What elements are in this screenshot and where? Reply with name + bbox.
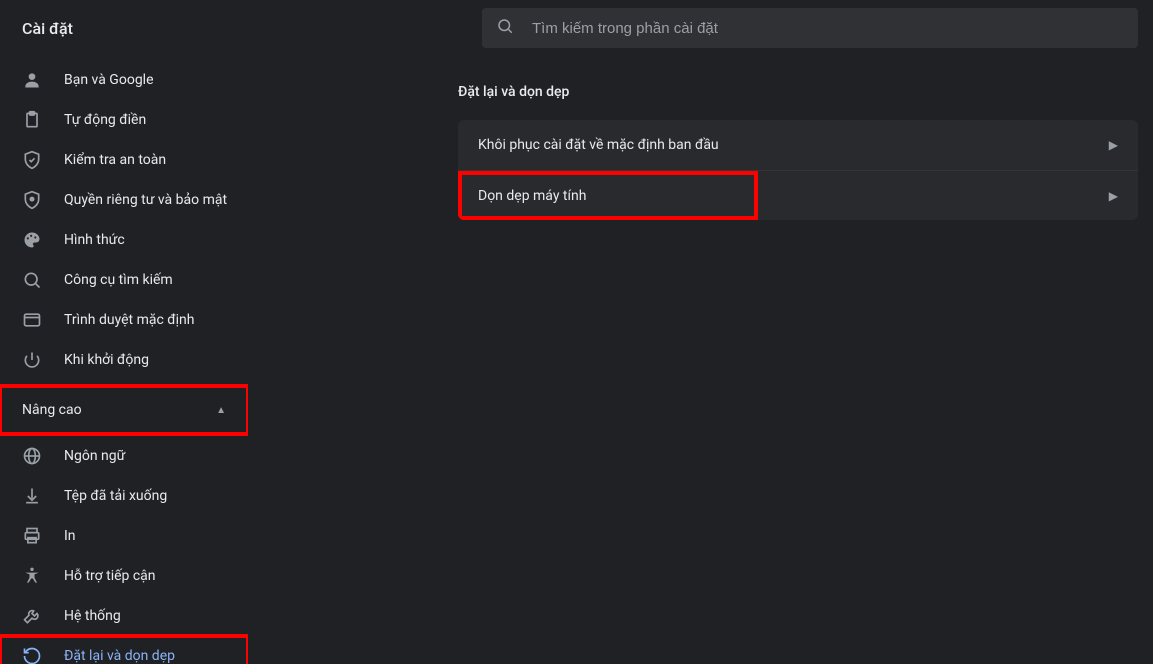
sidebar-item-label: Đặt lại và dọn dẹp (64, 648, 175, 664)
sidebar-item-label: Kiểm tra an toàn (64, 152, 166, 168)
chevron-right-icon: ▶ (1109, 138, 1118, 152)
sidebar-item-you-and-google[interactable]: Bạn và Google (0, 60, 248, 100)
settings-card: Khôi phục cài đặt về mặc định ban đầu ▶ … (458, 120, 1138, 220)
palette-icon (22, 230, 42, 250)
person-icon (22, 70, 42, 90)
sidebar-item-autofill[interactable]: Tự động điền (0, 100, 248, 140)
sidebar-item-privacy[interactable]: Quyền riêng tư và bảo mật (0, 180, 248, 220)
sidebar-item-system[interactable]: Hệ thống (0, 596, 248, 636)
sidebar-item-label: Hỗ trợ tiếp cận (64, 568, 156, 584)
search-input[interactable] (532, 20, 1124, 37)
wrench-icon (22, 606, 42, 626)
sidebar-item-on-startup[interactable]: Khi khởi động (0, 340, 248, 380)
power-icon (22, 350, 42, 370)
sidebar-item-label: Công cụ tìm kiếm (64, 272, 173, 288)
sidebar-item-label: Hình thức (64, 232, 125, 248)
row-label: Dọn dẹp máy tính (478, 188, 586, 204)
sidebar-item-label: Trình duyệt mặc định (64, 312, 195, 328)
row-label: Khôi phục cài đặt về mặc định ban đầu (478, 137, 719, 153)
restore-icon (22, 646, 42, 664)
top-bar: Cài đặt (0, 0, 1153, 56)
row-clean-computer[interactable]: Dọn dẹp máy tính ▶ (458, 170, 1138, 220)
sidebar-section-label: Nâng cao (22, 402, 82, 418)
sidebar-item-printing[interactable]: In (0, 516, 248, 556)
settings-sidebar[interactable]: Bạn và Google Tự động điền Kiểm tra an t… (0, 56, 248, 664)
sidebar-item-label: Quyền riêng tư và bảo mật (64, 192, 227, 208)
sidebar-item-default-browser[interactable]: Trình duyệt mặc định (0, 300, 248, 340)
sidebar-item-search-engine[interactable]: Công cụ tìm kiếm (0, 260, 248, 300)
browser-icon (22, 310, 42, 330)
row-restore-defaults[interactable]: Khôi phục cài đặt về mặc định ban đầu ▶ (458, 120, 1138, 170)
sidebar-item-accessibility[interactable]: Hỗ trợ tiếp cận (0, 556, 248, 596)
search-box[interactable] (482, 8, 1138, 48)
chevron-right-icon: ▶ (1109, 189, 1118, 203)
sidebar-item-label: Tự động điền (64, 112, 146, 128)
sidebar-item-label: Ngôn ngữ (64, 448, 125, 464)
sidebar-item-label: Tệp đã tải xuống (64, 488, 167, 504)
sidebar-section-advanced[interactable]: Nâng cao ▲ (0, 386, 248, 434)
search-icon (496, 17, 514, 39)
sidebar-item-languages[interactable]: Ngôn ngữ (0, 436, 248, 476)
sidebar-item-label: In (64, 528, 76, 544)
sidebar-item-downloads[interactable]: Tệp đã tải xuống (0, 476, 248, 516)
chevron-up-icon: ▲ (216, 405, 226, 416)
print-icon (22, 526, 42, 546)
sidebar-item-label: Hệ thống (64, 608, 121, 624)
search-icon (22, 270, 42, 290)
sidebar-item-label: Khi khởi động (64, 352, 149, 368)
shield-check-icon (22, 150, 42, 170)
globe-icon (22, 446, 42, 466)
sidebar-item-safety-check[interactable]: Kiểm tra an toàn (0, 140, 248, 180)
sidebar-item-appearance[interactable]: Hình thức (0, 220, 248, 260)
sidebar-item-reset-cleanup[interactable]: Đặt lại và dọn dẹp (0, 636, 248, 664)
sidebar-item-label: Bạn và Google (64, 72, 154, 88)
page-title: Cài đặt (0, 19, 73, 38)
section-title: Đặt lại và dọn dẹp (458, 84, 1153, 100)
download-icon (22, 486, 42, 506)
accessibility-icon (22, 566, 42, 586)
main-panel: Đặt lại và dọn dẹp Khôi phục cài đặt về … (248, 56, 1153, 664)
clipboard-icon (22, 110, 42, 130)
shield-lock-icon (22, 190, 42, 210)
